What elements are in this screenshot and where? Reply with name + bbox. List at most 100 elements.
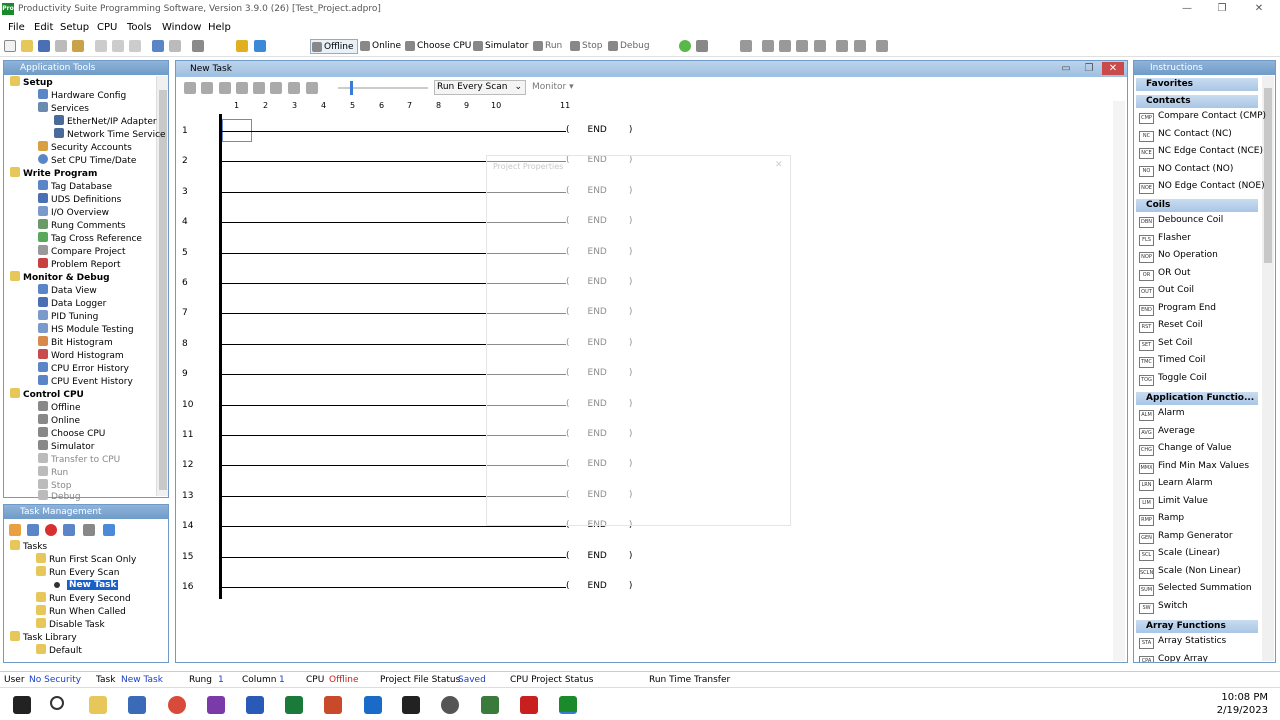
connect-icon[interactable] — [679, 40, 691, 52]
instruction-item[interactable]: DBN Debounce Coil — [1139, 214, 1223, 228]
instruction-item[interactable]: CHG Change of Value — [1139, 442, 1232, 456]
productivity-suite-icon[interactable] — [559, 696, 577, 714]
instruction-item[interactable]: NOP No Operation — [1139, 249, 1218, 263]
end-coil[interactable]: (END) — [566, 581, 632, 591]
copy-task-icon[interactable] — [63, 524, 75, 536]
end-coil[interactable]: (END) — [566, 551, 632, 561]
instruction-item[interactable]: AVG Average — [1139, 425, 1195, 439]
editor-restore-button[interactable]: ❐ — [1079, 62, 1099, 75]
end-coil[interactable]: (END) — [566, 125, 632, 135]
find-icon[interactable] — [192, 40, 204, 52]
rung-number[interactable]: 13 — [182, 491, 193, 501]
sort-icon[interactable] — [83, 524, 95, 536]
onenote-icon[interactable] — [207, 696, 225, 714]
tree-online[interactable]: Online — [38, 414, 80, 427]
tree-data-view[interactable]: Data View — [38, 284, 97, 297]
instruction-item[interactable]: LIM Limit Value — [1139, 495, 1208, 509]
tree-security-accounts[interactable]: Security Accounts — [38, 141, 132, 154]
coils-group[interactable]: Coils — [1136, 199, 1258, 212]
tree-services[interactable]: Services — [38, 102, 89, 115]
tree-transfer-to-cpu[interactable]: Transfer to CPU — [38, 453, 120, 466]
paste-icon[interactable] — [129, 40, 141, 52]
tree-write-program[interactable]: Write Program — [10, 167, 97, 180]
online-button[interactable]: Online — [359, 39, 401, 54]
rung-tool-icon-3[interactable] — [219, 82, 231, 94]
zoom-slider-thumb[interactable] — [350, 81, 353, 95]
instruction-item[interactable]: NOE NO Edge Contact (NOE) — [1139, 180, 1265, 194]
tree-task-library[interactable]: Task Library — [10, 631, 77, 644]
instruction-item[interactable]: TMC Timed Coil — [1139, 354, 1205, 368]
tree-network-time-service[interactable]: Network Time Service — [54, 128, 166, 141]
favorites-group[interactable]: Favorites — [1136, 78, 1258, 91]
tree-new-task[interactable]: New Task — [54, 579, 119, 592]
instruction-item[interactable]: GEN Ramp Generator — [1139, 530, 1233, 544]
acrobat-icon[interactable] — [520, 696, 538, 714]
scan-mode-select[interactable]: Run Every Scan ⌄ — [434, 80, 526, 95]
tree-tag-database[interactable]: Tag Database — [38, 180, 112, 193]
rung-number[interactable]: 11 — [182, 430, 193, 440]
chrome-icon[interactable] — [168, 696, 186, 714]
chat-icon[interactable] — [696, 40, 708, 52]
tree-run-every-second[interactable]: Run Every Second — [36, 592, 131, 605]
rung-number[interactable]: 6 — [182, 278, 188, 288]
editor-close-button[interactable]: ✕ — [1102, 62, 1124, 75]
editor-scrollbar[interactable] — [1113, 101, 1125, 661]
tree-hardware-config[interactable]: Hardware Config — [38, 89, 126, 102]
lock-icon[interactable] — [236, 40, 248, 52]
app-tools-scroll-thumb[interactable] — [159, 90, 167, 490]
rung-tool-icon-4[interactable] — [253, 82, 265, 94]
tool-icon-8[interactable] — [876, 40, 888, 52]
fit-icon[interactable] — [254, 40, 266, 52]
monitor-button[interactable]: Monitor ▾ — [532, 82, 574, 92]
add-task-icon[interactable] — [9, 524, 21, 536]
rung-number[interactable]: 15 — [182, 552, 193, 562]
undo-icon[interactable] — [152, 40, 164, 52]
run-button[interactable]: Run — [532, 39, 562, 54]
choose-cpu-button[interactable]: Choose CPU — [404, 39, 471, 54]
instructions-scrollbar[interactable] — [1262, 76, 1274, 661]
print-icon[interactable] — [55, 40, 67, 52]
tree-uds-definitions[interactable]: UDS Definitions — [38, 193, 121, 206]
tool-icon-2[interactable] — [762, 40, 774, 52]
rung-number[interactable]: 1 — [182, 126, 188, 136]
tree-rung-comments[interactable]: Rung Comments — [38, 219, 126, 232]
move-icon[interactable] — [95, 40, 107, 52]
dialog-close-icon[interactable]: ✕ — [775, 160, 783, 170]
rung-tool-icon-7[interactable] — [306, 82, 318, 94]
word-icon[interactable] — [246, 696, 264, 714]
rung-tool-icon-1[interactable] — [184, 82, 196, 94]
menu-edit[interactable]: Edit — [34, 22, 53, 33]
instruction-item[interactable]: END Program End — [1139, 302, 1216, 316]
instruction-item[interactable]: RMP Ramp — [1139, 512, 1184, 526]
instruction-item[interactable]: FLS Flasher — [1139, 232, 1191, 246]
rung-number[interactable]: 9 — [182, 369, 188, 379]
contacts-group[interactable]: Contacts — [1136, 95, 1258, 108]
simulator-button[interactable]: Simulator — [472, 39, 528, 54]
offline-button[interactable]: Offline — [310, 39, 358, 54]
maximize-button[interactable]: ❐ — [1209, 2, 1235, 16]
instruction-item[interactable]: SET Set Coil — [1139, 337, 1192, 351]
magnifier-icon[interactable] — [481, 696, 499, 714]
tool-icon-7[interactable] — [854, 40, 866, 52]
tree-problem-report[interactable]: Problem Report — [38, 258, 121, 271]
tree-pid-tuning[interactable]: PID Tuning — [38, 310, 98, 323]
tree-offline[interactable]: Offline — [38, 401, 81, 414]
tree-set-cpu-time[interactable]: Set CPU Time/Date — [38, 154, 136, 167]
tool-icon-1[interactable] — [740, 40, 752, 52]
rung-number[interactable]: 5 — [182, 248, 188, 258]
tree-run-when-called[interactable]: Run When Called — [36, 605, 126, 618]
tree-io-overview[interactable]: I/O Overview — [38, 206, 109, 219]
open-folder-icon[interactable] — [21, 40, 33, 52]
calculator-icon[interactable] — [128, 696, 146, 714]
tree-ethernet-ip-adapter[interactable]: EtherNet/IP Adapter — [54, 115, 157, 128]
tool-icon-6[interactable] — [836, 40, 848, 52]
tree-disable-task[interactable]: Disable Task — [36, 618, 105, 631]
file-explorer-icon[interactable] — [89, 696, 107, 714]
instruction-item[interactable]: TOG Toggle Coil — [1139, 372, 1207, 386]
tree-cpu-error-history[interactable]: CPU Error History — [38, 362, 129, 375]
instruction-item[interactable]: SCLN Scale (Non Linear) — [1139, 565, 1241, 579]
rung-number[interactable]: 12 — [182, 460, 193, 470]
instruction-item[interactable]: LRN Learn Alarm — [1139, 477, 1213, 491]
debug-button[interactable]: Debug — [607, 39, 650, 54]
tree-simulator[interactable]: Simulator — [38, 440, 94, 453]
